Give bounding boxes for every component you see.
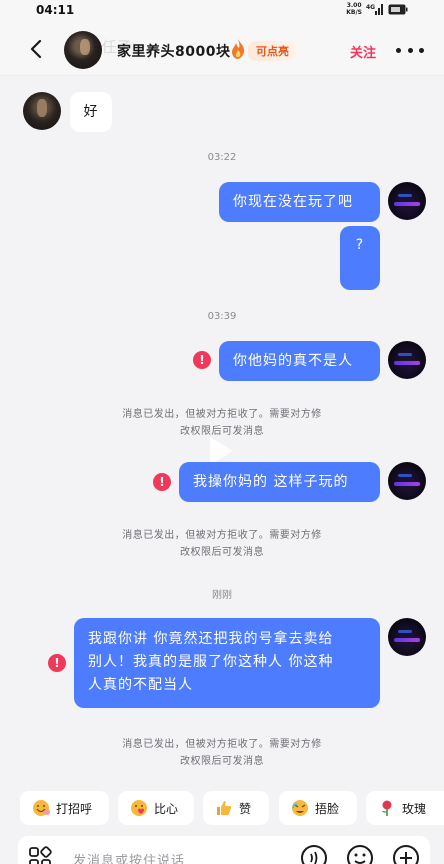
svg-text:4G: 4G [366, 4, 375, 11]
thumbs-up-emoji-icon [217, 801, 232, 815]
send-failed-icon[interactable]: ! [153, 473, 171, 491]
back-button[interactable] [24, 36, 48, 62]
highlight-tag[interactable]: 可点亮 [248, 41, 297, 61]
quick-reply-like[interactable]: 赞 [203, 791, 269, 825]
message-line: 我跟你讲 你竟然还把我的号拿去卖给 [88, 631, 334, 647]
send-failed-icon[interactable]: ! [193, 351, 211, 369]
status-indicators: 3.00 KB/S 4G [346, 2, 408, 16]
rejected-notice-line: 改权限后可发消息 [180, 756, 264, 767]
dot-icon [419, 47, 424, 53]
quick-reply-heart[interactable]: 比心 [118, 791, 194, 825]
input-bar: 发消息或按住说话 [0, 836, 444, 864]
status-bar: 04:11 3.00 KB/S 4G [0, 0, 444, 22]
rose-emoji-icon [382, 800, 392, 816]
rejected-notice: 消息已发出，但被对方拒收了。需要对方修 改权限后可发消息 [94, 736, 350, 770]
voice-icon[interactable] [300, 844, 328, 864]
battery-icon [388, 4, 408, 14]
quick-reply-label: 玫瑰 [402, 801, 427, 816]
incoming-message-bubble[interactable]: 好 [70, 92, 112, 132]
quick-reply-bar: 打招呼 比心 赞 捂脸 玫瑰 [0, 785, 444, 831]
emoji-icon[interactable] [346, 844, 374, 864]
network-speed-value: 3.00 [346, 2, 362, 9]
quick-reply-label: 比心 [154, 801, 179, 816]
outgoing-message-bubble[interactable]: ? [340, 226, 380, 290]
status-time: 04:11 [36, 3, 75, 17]
quick-reply-rose[interactable]: 玫瑰 [366, 791, 444, 825]
contact-message-avatar[interactable] [23, 92, 61, 130]
my-avatar[interactable] [388, 182, 426, 220]
message-line: 人真的不配当人 [88, 677, 193, 693]
message-line: 别人！我真的是服了你这种人 你这种 [88, 654, 334, 670]
my-avatar[interactable] [388, 618, 426, 656]
apps-grid-icon[interactable] [28, 846, 54, 864]
rejected-notice-line: 消息已发出，但被对方拒收了。需要对方修 [122, 409, 322, 420]
outgoing-message-bubble[interactable]: 你现在没在玩了吧 [219, 182, 380, 222]
quick-reply-wave[interactable]: 打招呼 [20, 791, 109, 825]
message-timestamp: 03:22 [207, 152, 237, 163]
message-timestamp: 03:39 [207, 311, 237, 322]
quick-reply-label: 捂脸 [315, 801, 340, 816]
chevron-left-icon [30, 39, 42, 59]
more-options-button[interactable] [396, 42, 424, 58]
plus-icon[interactable] [392, 844, 420, 864]
network-speed-unit: KB/S [346, 9, 362, 16]
message-timestamp: 刚刚 [212, 590, 232, 601]
my-avatar[interactable] [388, 462, 426, 500]
quick-reply-facepalm[interactable]: 捂脸 [279, 791, 357, 825]
my-avatar[interactable] [388, 341, 426, 379]
signal-icon: 4G [366, 4, 383, 15]
network-speed: 3.00 KB/S [346, 2, 362, 16]
contact-name[interactable]: 家里养头8000块 [117, 41, 230, 61]
send-failed-icon[interactable]: ! [48, 654, 66, 672]
rejected-notice-line: 消息已发出，但被对方拒收了。需要对方修 [122, 530, 322, 541]
outgoing-message-bubble[interactable]: 你他妈的真不是人 [219, 341, 380, 381]
rejected-notice: 消息已发出，但被对方拒收了。需要对方修 改权限后可发消息 [94, 527, 350, 561]
chat-header: 9任子 家里养头8000块 可点亮 关注 [0, 22, 444, 76]
dot-icon [407, 47, 413, 53]
quick-reply-label: 打招呼 [56, 801, 93, 816]
outgoing-message-bubble[interactable]: 我操你妈的 这样子玩的 [179, 462, 380, 502]
quick-reply-label: 赞 [239, 801, 252, 816]
rejected-notice-line: 消息已发出，但被对方拒收了。需要对方修 [122, 739, 322, 750]
heart-hands-emoji-icon [131, 800, 147, 816]
flame-icon [232, 39, 245, 59]
dot-icon [396, 47, 401, 53]
outgoing-message-bubble[interactable]: 我跟你讲 你竟然还把我的号拿去卖给 别人！我真的是服了你这种人 你这种 人真的不… [74, 618, 380, 708]
follow-button[interactable]: 关注 [350, 42, 376, 61]
rejected-notice-line: 改权限后可发消息 [180, 547, 264, 558]
wave-emoji-icon [33, 800, 50, 816]
facepalm-emoji-icon [292, 800, 308, 816]
input-placeholder: 发消息或按住说话 [73, 854, 186, 864]
